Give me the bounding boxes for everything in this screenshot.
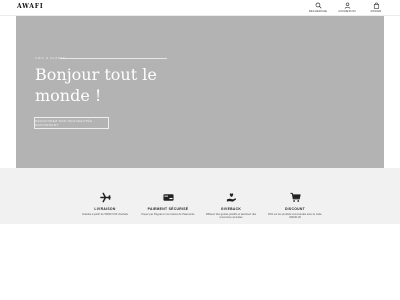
features-strip: LIVRAISON Gratuite à partir de 50000 XOF… [0,168,400,224]
page-bottom-blank [0,224,400,300]
hand-heart-icon [226,193,236,202]
feature-discount: DISCOUNT 20% sur les produits commandés … [267,192,323,220]
brand-logo[interactable]: AWAFI [17,3,43,10]
feature-desc: Diffusez des gestes positifs et favorise… [205,213,257,220]
hero-title: Bonjour tout le monde ! [35,65,157,105]
feature-desc: Payez par Paypal et nos Cartes de Paieme… [141,213,195,216]
cart-icon [289,192,301,202]
payment-card-icon [162,194,174,201]
feature-title: LIVRAISON [94,207,116,211]
hero-divider [60,57,167,58]
airplane-icon [99,192,111,203]
hero-banner: CHIC & CLASSE Bonjour tout le monde ! DÉ… [16,16,384,168]
feature-paiement: PAIEMENT SÉCURISÉ Payez par Paypal et no… [140,192,196,216]
feature-giveback: GIVEBACK Diffusez des gestes positifs et… [203,192,259,220]
feature-desc: Gratuite à partir de 50000 XOF d'achats [82,213,128,216]
login-button[interactable]: CONNEXION [337,2,357,13]
feature-title: DISCOUNT [284,207,306,211]
login-label: CONNEXION [338,10,356,13]
search-label: RECHERCHE [308,10,328,13]
search-button[interactable]: RECHERCHE [308,2,328,13]
site-header: AWAFI RECHERCHE CONNEXION PANIER [0,0,400,16]
feature-title: GIVEBACK [220,207,242,211]
cart-label: PANIER [370,10,382,13]
bag-icon [373,2,379,9]
hero-cta-button[interactable]: DÉCOUVREZ NOS NOUVEAUTÉS MAINTENANT [34,117,109,129]
header-actions: RECHERCHE CONNEXION PANIER [308,2,386,13]
feature-title: PAIEMENT SÉCURISÉ [147,207,189,211]
user-icon [344,2,350,9]
cart-button[interactable]: PANIER [366,2,386,13]
search-icon [315,2,322,9]
feature-livraison: LIVRAISON Gratuite à partir de 50000 XOF… [77,192,133,216]
feature-desc: 20% sur les produits commandés avec le c… [267,213,323,220]
